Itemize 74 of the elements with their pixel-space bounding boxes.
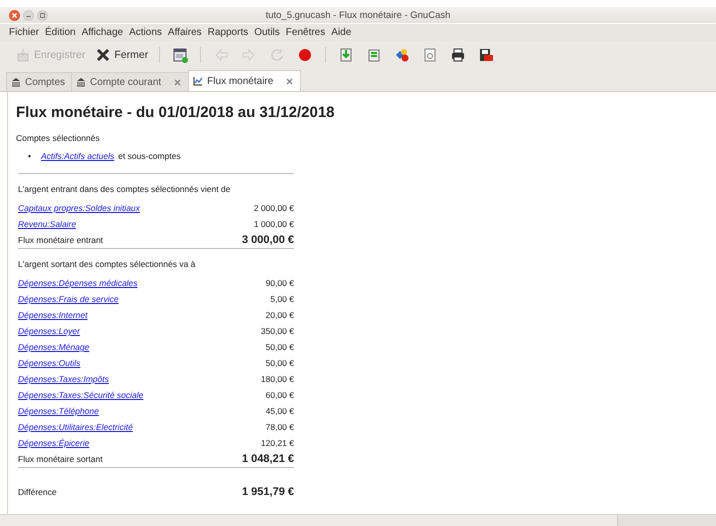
tab[interactable]: Comptes — [6, 72, 72, 91]
amount: 20,00 € — [266, 310, 294, 320]
window-title: tuto_5.gnucash - Flux monétaire - GnuCash — [266, 10, 450, 20]
section-heading: L'argent sortant des comptes sélectionnés va à — [17, 259, 196, 271]
total-amount: 3 000,00 € — [242, 234, 294, 246]
account-link[interactable]: Dépenses:Utilitaires:Electricité — [18, 422, 133, 432]
amount: 45,00 € — [266, 406, 294, 416]
section-label: Comptes sélectionnés — [16, 133, 101, 143]
bullet: • — [28, 151, 31, 161]
total-amount: 1 048,21 € — [242, 453, 294, 465]
page-icon — [422, 47, 438, 63]
menu-item[interactable]: Affichage — [78, 27, 126, 38]
account-suffix: et sous-comptes — [118, 151, 181, 161]
document-icon — [366, 47, 382, 63]
bank-icon — [76, 77, 86, 87]
amount: 90,00 € — [266, 278, 294, 288]
menu-item[interactable]: Actions — [126, 27, 165, 38]
amount: 5,00 € — [270, 294, 294, 304]
close-icon[interactable] — [173, 78, 182, 86]
account-link[interactable]: Dépenses:Loyer — [18, 326, 80, 336]
record-icon — [297, 47, 314, 63]
amount: 180,00 € — [260, 374, 294, 384]
amount: 50,00 € — [266, 342, 294, 352]
menu-item[interactable]: Aide — [328, 27, 354, 38]
close-button[interactable]: Fermer — [92, 44, 152, 66]
amount: 120,21 € — [260, 438, 294, 448]
tab[interactable]: Compte courant — [71, 72, 190, 91]
account-link[interactable]: Capitaux propres:Soldes initiaux — [18, 203, 140, 213]
close-icon[interactable] — [285, 76, 294, 86]
account-link[interactable]: Actifs:Actifs actuels — [40, 151, 114, 161]
amount: 2 000,00 € — [254, 203, 294, 213]
section-heading: L'argent entrant dans des comptes sélectionnés vient de — [17, 184, 232, 196]
amount: 1 000,00 € — [254, 219, 294, 229]
close-icon[interactable] — [9, 10, 20, 20]
amount: 50,00 € — [266, 358, 294, 368]
reload-icon — [269, 47, 286, 63]
total-label: Flux monétaire sortant — [18, 454, 103, 464]
spreadsheet-icon — [172, 47, 188, 63]
menu-item[interactable]: Affaires — [164, 27, 205, 38]
shapes-icon — [394, 47, 410, 63]
menu-item[interactable]: Fichier — [6, 27, 42, 38]
download-icon — [15, 47, 31, 63]
close-icon — [95, 47, 112, 63]
account-link[interactable]: Dépenses:Épicerie — [18, 438, 90, 448]
pdf-icon — [478, 47, 494, 63]
back-icon — [213, 47, 230, 63]
forward-icon — [241, 47, 258, 63]
account-link[interactable]: Dépenses:Taxes:Impôts — [18, 374, 109, 384]
report-title: Flux monétaire - du 01/01/2018 au 31/12/2018 — [16, 104, 336, 121]
amount: 350,00 € — [260, 326, 294, 336]
amount: 78,00 € — [266, 422, 294, 432]
bank-icon — [11, 77, 21, 87]
account-link[interactable]: Dépenses:Frais de service — [18, 294, 119, 304]
amount: 60,00 € — [266, 390, 294, 400]
account-link[interactable]: Dépenses:Internet — [18, 310, 88, 320]
account-link[interactable]: Dépenses:Ménage — [18, 342, 90, 352]
tab[interactable]: Flux monétaire — [188, 70, 302, 91]
menu-item[interactable]: Fenêtres — [282, 27, 328, 38]
menu-item[interactable]: Outils — [251, 27, 283, 38]
print-icon — [450, 47, 466, 63]
chart-icon — [193, 76, 204, 86]
account-link[interactable]: Dépenses:Outils — [18, 358, 80, 368]
account-link[interactable]: Revenu:Salaire — [18, 219, 76, 229]
account-link[interactable]: Dépenses:Taxes:Sécurité sociale — [18, 390, 144, 400]
difference-amount: 1 951,79 € — [242, 486, 294, 498]
menu-item[interactable]: Rapports — [204, 27, 252, 38]
difference-label: Différence — [18, 487, 57, 497]
import-icon — [338, 47, 354, 63]
minimize-icon[interactable] — [23, 10, 34, 20]
account-link[interactable]: Dépenses:Dépenses médicales — [18, 278, 138, 288]
maximize-icon[interactable] — [37, 10, 48, 20]
total-label: Flux monétaire entrant — [18, 235, 104, 245]
account-link[interactable]: Dépenses:Téléphone — [18, 406, 99, 416]
menu-item[interactable]: Édition — [42, 27, 79, 38]
